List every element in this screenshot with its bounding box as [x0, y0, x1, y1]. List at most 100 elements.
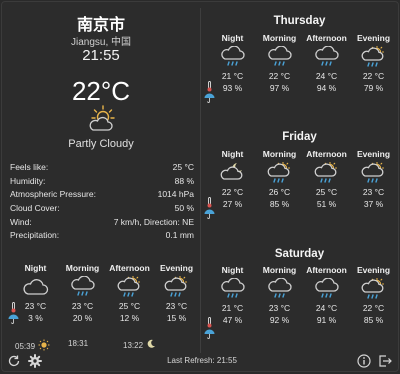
- sun-rain-cloud-icon: [106, 274, 153, 300]
- detail-value: 25 °C: [172, 162, 194, 172]
- period-label: Morning: [262, 149, 297, 159]
- period-label: Afternoon: [306, 265, 347, 275]
- period-afternoon: Afternoon 25 °C 51 %: [303, 148, 350, 210]
- sun-rain-cloud-icon: [350, 44, 397, 70]
- sun-rain-cloud-icon: [350, 276, 397, 302]
- rain-cloud-icon: [209, 276, 256, 302]
- period-precip: 27 %: [222, 199, 243, 209]
- period-label: Morning: [262, 265, 297, 275]
- detail-value: 7 km/h, Direction: NE: [113, 216, 194, 227]
- period-label: Afternoon: [306, 149, 347, 159]
- period-morning: Morning 23 °C 20 %: [59, 262, 106, 324]
- info-icon: [357, 354, 371, 368]
- period-temp: 23 °C: [268, 303, 291, 313]
- detail-row-pressure: Atmospheric Pressure: 1014 hPa: [10, 188, 194, 202]
- period-temp: 22 °C: [362, 71, 385, 81]
- moonrise-time: 13:22: [123, 340, 144, 350]
- today-forecast: Night 23 °C 3 % Morning 23 °C 20 % After…: [12, 262, 200, 324]
- detail-row-feels-like: Feels like: 25 °C: [10, 161, 194, 175]
- period-night: Night 22 °C 27 %: [209, 148, 256, 210]
- info-button[interactable]: [357, 354, 371, 368]
- status-bar: 05:39 18:31 13:22 Last Refresh: 21:55: [2, 339, 398, 371]
- moon-cloud-icon: [209, 160, 256, 186]
- detail-row-cloud-cover: Cloud Cover: 50 %: [10, 202, 194, 216]
- period-evening: Evening 23 °C 15 %: [153, 262, 200, 324]
- period-label: Night: [24, 263, 47, 273]
- refresh-button[interactable]: [7, 354, 21, 368]
- sun-rain-cloud-icon: [350, 160, 397, 186]
- weather-window: 南京市 Jiangsu, 中国 21:55 22°C Partly Cloudy…: [1, 1, 399, 372]
- period-precip: 12 %: [119, 313, 140, 323]
- period-temp: 23 °C: [71, 301, 94, 311]
- quit-button[interactable]: [378, 354, 392, 368]
- period-afternoon: Afternoon 24 °C 91 %: [303, 264, 350, 326]
- period-precip: 15 %: [166, 313, 187, 323]
- sunset-info: 18:31: [68, 339, 88, 348]
- day-title-friday: Friday: [282, 131, 317, 143]
- detail-label: Atmospheric Pressure:: [10, 189, 96, 200]
- period-precip: 37 %: [363, 199, 384, 209]
- period-precip: 94 %: [316, 83, 337, 93]
- period-evening: Evening 23 °C 37 %: [350, 148, 397, 210]
- moon-icon: [146, 339, 156, 351]
- current-temperature: 22°C: [71, 76, 131, 106]
- rain-cloud-icon: [209, 44, 256, 70]
- period-temp: 23 °C: [24, 301, 47, 311]
- period-precip: 85 %: [363, 315, 384, 325]
- period-evening: Evening 22 °C 85 %: [350, 264, 397, 326]
- detail-label: Cloud Cover:: [10, 203, 60, 214]
- cloud-icon: [12, 274, 59, 300]
- rain-cloud-icon: [303, 276, 350, 302]
- umbrella-icon: [202, 328, 216, 340]
- region-name: Jiangsu, 中国: [70, 37, 132, 48]
- period-night: Night 21 °C 93 %: [209, 32, 256, 94]
- period-precip: 47 %: [222, 315, 243, 325]
- detail-row-precipitation: Precipitation: 0.1 mm: [10, 229, 194, 243]
- forecast-thursday: Night 21 °C 93 % Morning 22 °C 97 % Afte…: [209, 32, 397, 94]
- last-refresh: Last Refresh: 21:55: [167, 356, 237, 365]
- period-temp: 22 °C: [268, 71, 291, 81]
- period-precip: 20 %: [72, 313, 93, 323]
- city-name: 南京市: [76, 17, 125, 34]
- period-label: Night: [221, 265, 244, 275]
- detail-row-humidity: Humidity: 88 %: [10, 175, 194, 189]
- period-precip: 79 %: [363, 83, 384, 93]
- sun-rain-cloud-icon: [303, 160, 350, 186]
- detail-label: Humidity:: [10, 175, 46, 186]
- period-morning: Morning 26 °C 85 %: [256, 148, 303, 210]
- period-evening: Evening 22 °C 79 %: [350, 32, 397, 94]
- settings-button[interactable]: [28, 354, 42, 368]
- period-label: Evening: [356, 33, 391, 43]
- detail-label: Wind:: [10, 216, 32, 227]
- detail-value: 88 %: [174, 175, 194, 186]
- period-label: Morning: [65, 263, 100, 273]
- period-temp: 23 °C: [165, 301, 188, 311]
- period-morning: Morning 22 °C 97 %: [256, 32, 303, 94]
- day-title-saturday: Saturday: [274, 248, 325, 260]
- forecast-saturday: Night 21 °C 47 % Morning 23 °C 92 % Afte…: [209, 264, 397, 326]
- current-time: 21:55: [82, 47, 120, 64]
- period-temp: 24 °C: [315, 71, 338, 81]
- period-temp: 22 °C: [362, 303, 385, 313]
- rain-cloud-icon: [256, 276, 303, 302]
- partly-cloudy-icon: [86, 104, 116, 134]
- period-temp: 21 °C: [221, 71, 244, 81]
- period-afternoon: Afternoon 25 °C 12 %: [106, 262, 153, 324]
- period-precip: 92 %: [269, 315, 290, 325]
- period-label: Evening: [356, 149, 391, 159]
- period-precip: 51 %: [316, 199, 337, 209]
- rain-cloud-icon: [256, 44, 303, 70]
- period-night: Night 21 °C 47 %: [209, 264, 256, 326]
- detail-label: Precipitation:: [10, 230, 60, 241]
- rain-cloud-icon: [59, 274, 106, 300]
- period-precip: 85 %: [269, 199, 290, 209]
- period-temp: 26 °C: [268, 187, 291, 197]
- period-morning: Morning 23 °C 92 %: [256, 264, 303, 326]
- sun-rain-cloud-icon: [256, 160, 303, 186]
- period-temp: 25 °C: [118, 301, 141, 311]
- sunrise-info: 05:39: [15, 339, 50, 353]
- current-condition: Partly Cloudy: [68, 138, 134, 150]
- details-list: Feels like: 25 °C Humidity: 88 % Atmosph…: [10, 161, 194, 243]
- refresh-icon: [8, 355, 20, 367]
- detail-row-wind: Wind: 7 km/h, Direction: NE: [10, 216, 194, 230]
